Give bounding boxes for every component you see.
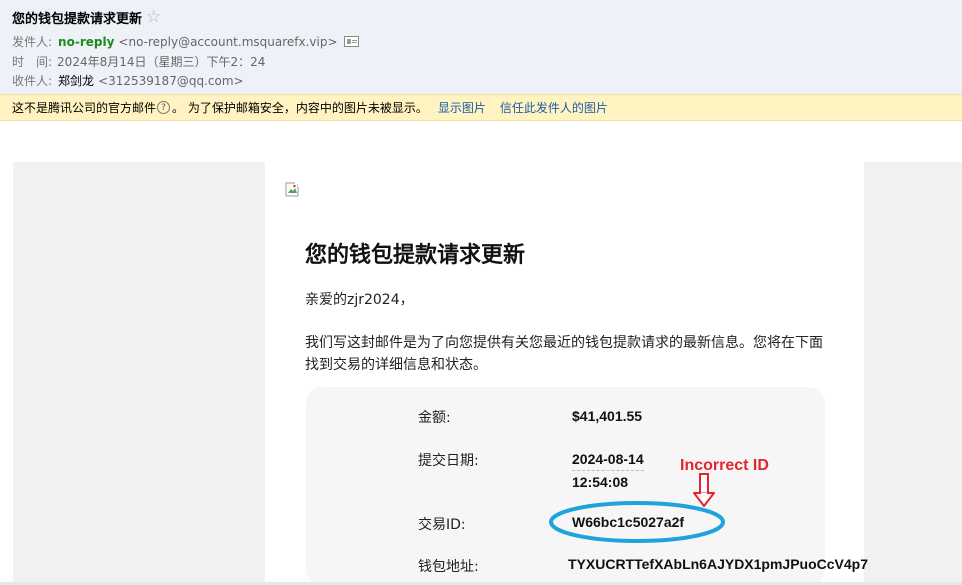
time-value: 2024年8月14日（星期三）下午2：24 — [57, 55, 266, 69]
broken-image-icon — [285, 182, 300, 197]
submit-time-line2: 12:54:08 — [572, 474, 629, 490]
wallet-address-label: 钱包地址: — [418, 559, 479, 575]
amount-value: $41,401.55 — [572, 408, 643, 424]
to-row: 收件人: 郑剑龙 <312539187@qq.com> — [12, 72, 244, 89]
recipient-name[interactable]: 郑剑龙 — [58, 72, 94, 89]
from-label: 发件人: — [12, 35, 53, 49]
transaction-id-label: 交易ID: — [418, 517, 466, 533]
mail-header: 您的钱包提款请求更新 ☆ 发件人: no-reply <no-reply@acc… — [0, 0, 962, 94]
trust-sender-link[interactable]: 信任此发件人的图片 — [500, 99, 608, 116]
email-greeting: 亲爱的zjr2024， — [305, 292, 414, 308]
time-label: 时 间: — [12, 55, 53, 69]
from-row: 发件人: no-reply <no-reply@account.msquaref… — [12, 33, 359, 50]
submit-date-label: 提交日期: — [418, 453, 479, 469]
time-row: 时 间: 2024年8月14日（星期三）下午2：24 — [12, 53, 265, 70]
email-title: 您的钱包提款请求更新 — [305, 243, 526, 268]
recipient-address[interactable]: <312539187@qq.com> — [98, 74, 244, 88]
sender-name[interactable]: no-reply — [58, 35, 114, 49]
warning-text-a: 这不是腾讯公司的官方邮件 — [12, 101, 157, 115]
security-warning-bar: 这不是腾讯公司的官方邮件 ? 。 为了保护邮箱安全，内容中的图片未被显示。 显示… — [0, 94, 962, 121]
sender-address[interactable]: <no-reply@account.msquarefx.vip> — [118, 35, 337, 49]
amount-label: 金额: — [418, 410, 451, 426]
mail-subject: 您的钱包提款请求更新 — [12, 12, 143, 27]
email-body-text: 我们写这封邮件是为了向您提供有关您最近的钱包提款请求的最新信息。您将在下面找到交… — [305, 335, 823, 373]
transaction-id-value: W66bc1c5027a2f — [572, 514, 685, 530]
incorrect-id-annotation: Incorrect ID — [680, 457, 769, 474]
show-images-link[interactable]: 显示图片 — [438, 99, 486, 116]
wallet-address-value: TYXUCRTTefXAbLn6AJYDX1pmJPuoCcV4p7 — [568, 556, 869, 572]
warning-text-b: 。 为了保护邮箱安全，内容中的图片未被显示。 — [172, 101, 428, 115]
contact-card-icon[interactable] — [343, 36, 359, 47]
star-icon[interactable]: ☆ — [146, 9, 161, 26]
subject-row: 您的钱包提款请求更新 ☆ — [12, 8, 161, 28]
submit-date-value: 2024-08-14 12:54:08 — [572, 448, 644, 493]
submit-date-line1: 2024-08-14 — [572, 448, 644, 471]
help-icon[interactable]: ? — [157, 101, 171, 114]
to-label: 收件人: — [12, 74, 53, 88]
